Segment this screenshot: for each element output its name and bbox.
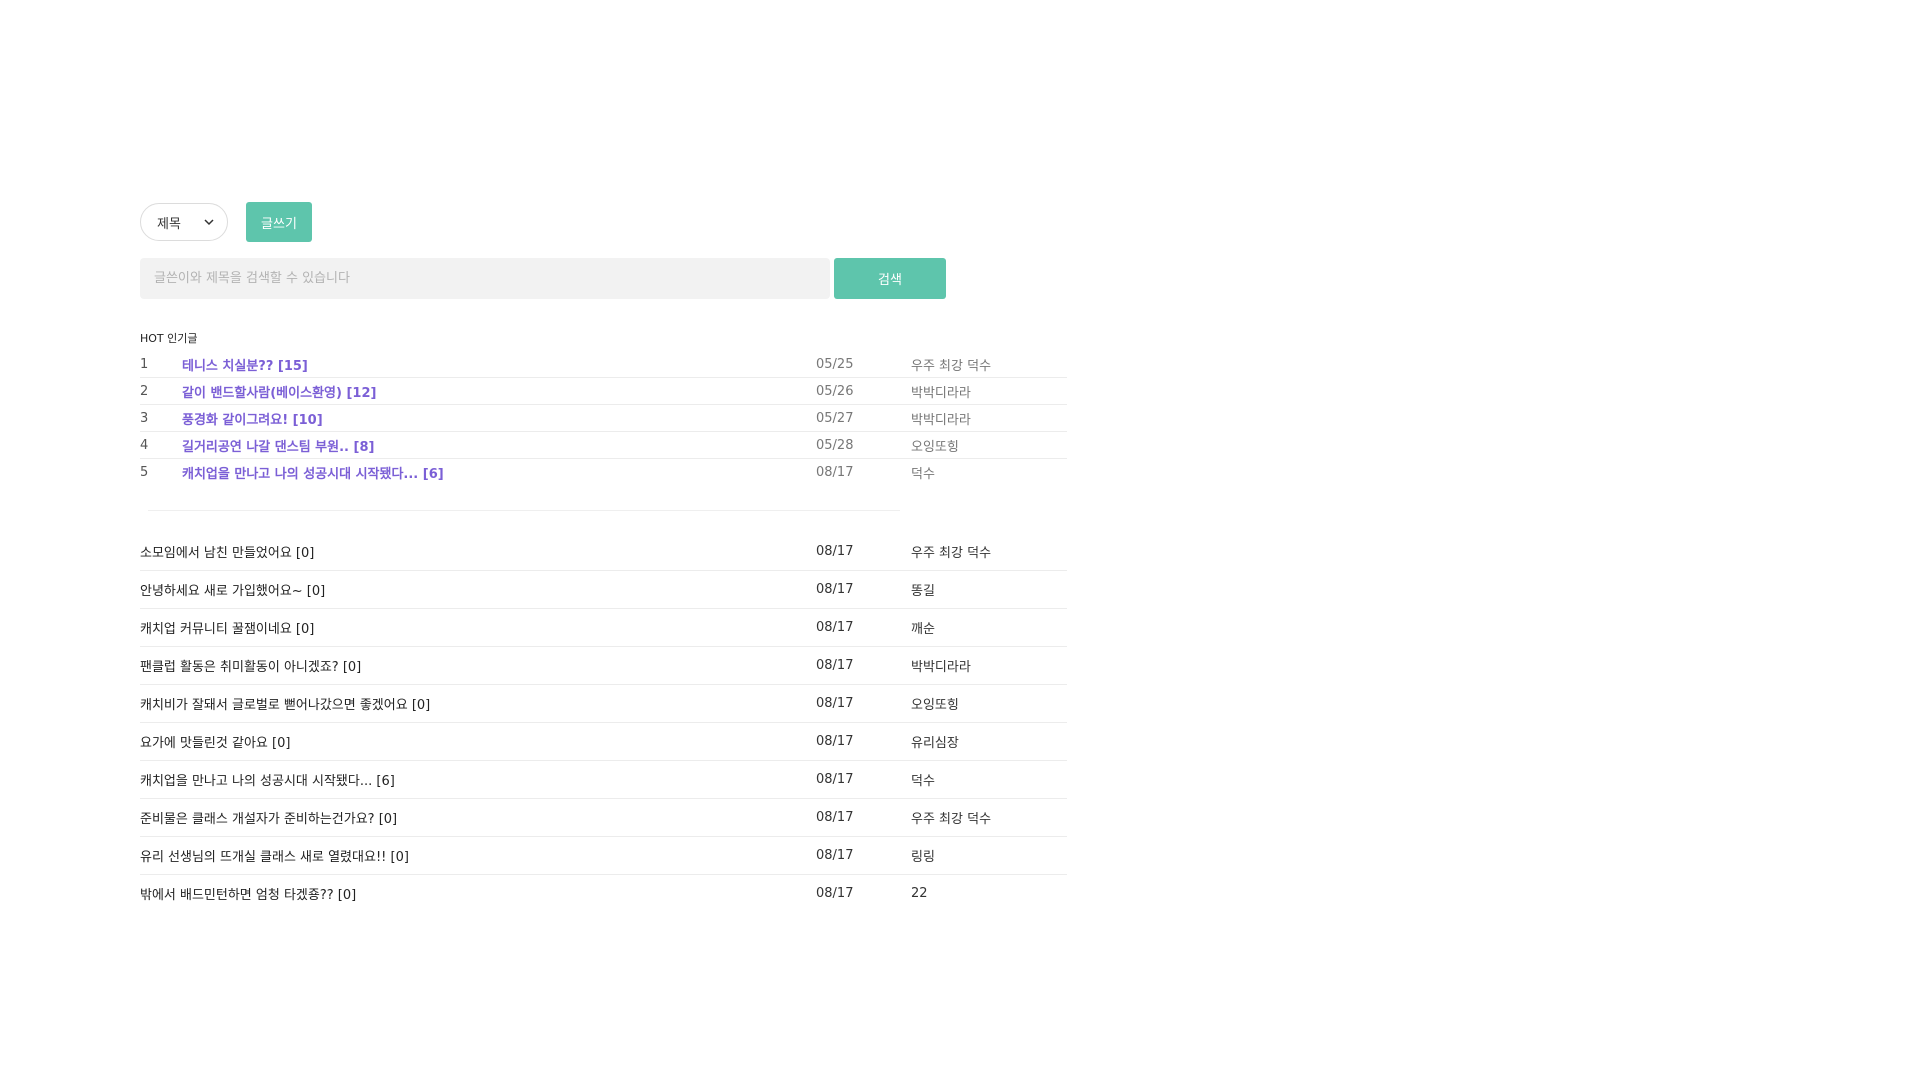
hot-post-author: 덕수 bbox=[911, 466, 935, 482]
hot-post-title[interactable]: 길거리공연 나갈 댄스팀 부원.. [8] bbox=[182, 436, 816, 455]
post-author: 우주 최강 덕수 bbox=[911, 812, 992, 827]
post-date: 08/17 bbox=[816, 810, 854, 825]
post-title[interactable]: 팬클럽 활동은 취미활동이 아니겠죠? [0] bbox=[140, 656, 816, 675]
post-row[interactable]: 캐치비가 잘돼서 글로벌로 뻗어나갔으면 좋겠어요 [0] 08/17 오잉또힝 bbox=[140, 685, 1067, 723]
post-row[interactable]: 밖에서 배드민턴하면 엄청 타겠죵?? [0] 08/17 22 bbox=[140, 875, 1067, 912]
post-date: 08/17 bbox=[816, 848, 854, 863]
hot-post-title[interactable]: 풍경화 같이그려요! [10] bbox=[182, 409, 816, 428]
search-filter-select[interactable]: 제목 bbox=[140, 203, 228, 241]
hot-post-author: 우주 최강 덕수 bbox=[911, 358, 992, 374]
search-bar: 검색 bbox=[140, 258, 1067, 299]
hot-post-row[interactable]: 4 길거리공연 나갈 댄스팀 부원.. [8] 05/28 오잉또힝 bbox=[140, 432, 1067, 459]
hot-post-date: 05/27 bbox=[816, 410, 854, 426]
post-author: 똥길 bbox=[911, 584, 935, 599]
hot-post-author: 오잉또힝 bbox=[911, 439, 959, 455]
post-date: 08/17 bbox=[816, 886, 854, 901]
hot-post-rank: 2 bbox=[140, 383, 149, 399]
post-author: 유리심장 bbox=[911, 736, 959, 751]
post-date: 08/17 bbox=[816, 582, 854, 597]
post-author: 링링 bbox=[911, 850, 935, 865]
post-title[interactable]: 소모임에서 남친 만들었어요 [0] bbox=[140, 542, 816, 561]
post-row[interactable]: 유리 선생님의 뜨개실 클래스 새로 열렸대요!! [0] 08/17 링링 bbox=[140, 837, 1067, 875]
post-date: 08/17 bbox=[816, 658, 854, 673]
hot-post-row[interactable]: 1 테니스 치실분?? [15] 05/25 우주 최강 덕수 bbox=[140, 351, 1067, 378]
hot-post-date: 08/17 bbox=[816, 464, 854, 480]
post-author: 깨순 bbox=[911, 622, 935, 637]
post-date: 08/17 bbox=[816, 696, 854, 711]
post-author: 덕수 bbox=[911, 774, 935, 789]
hot-post-rank: 4 bbox=[140, 437, 149, 453]
post-author: 오잉또힝 bbox=[911, 698, 959, 713]
post-title[interactable]: 안녕하세요 새로 가입했어요~ [0] bbox=[140, 580, 816, 599]
post-row[interactable]: 팬클럽 활동은 취미활동이 아니겠죠? [0] 08/17 박박디라라 bbox=[140, 647, 1067, 685]
post-date: 08/17 bbox=[816, 620, 854, 635]
community-board: 제목 글쓰기 검색 HOT 인기글 1 테니스 치실분?? [15] 05/25… bbox=[140, 202, 1067, 912]
write-post-button[interactable]: 글쓰기 bbox=[246, 202, 312, 242]
hot-post-date: 05/25 bbox=[816, 356, 854, 372]
hot-post-date: 05/28 bbox=[816, 437, 854, 453]
hot-post-rank: 3 bbox=[140, 410, 149, 426]
hot-post-title[interactable]: 같이 밴드할사람(베이스환영) [12] bbox=[182, 382, 816, 401]
post-row[interactable]: 소모임에서 남친 만들었어요 [0] 08/17 우주 최강 덕수 bbox=[140, 533, 1067, 571]
hot-post-author: 박박디라라 bbox=[911, 412, 971, 428]
post-row[interactable]: 준비물은 클래스 개설자가 준비하는건가요? [0] 08/17 우주 최강 덕… bbox=[140, 799, 1067, 837]
post-title[interactable]: 밖에서 배드민턴하면 엄청 타겠죵?? [0] bbox=[140, 884, 816, 903]
post-title[interactable]: 유리 선생님의 뜨개실 클래스 새로 열렸대요!! [0] bbox=[140, 846, 816, 865]
post-row[interactable]: 캐치업을 만나고 나의 성공시대 시작됐다... [6] 08/17 덕수 bbox=[140, 761, 1067, 799]
hot-post-date: 05/26 bbox=[816, 383, 854, 399]
post-title[interactable]: 캐치업 커뮤니티 꿀잼이네요 [0] bbox=[140, 618, 816, 637]
hot-post-row[interactable]: 2 같이 밴드할사람(베이스환영) [12] 05/26 박박디라라 bbox=[140, 378, 1067, 405]
hot-post-row[interactable]: 3 풍경화 같이그려요! [10] 05/27 박박디라라 bbox=[140, 405, 1067, 432]
hot-posts-heading: HOT 인기글 bbox=[140, 332, 198, 345]
post-title[interactable]: 캐치업을 만나고 나의 성공시대 시작됐다... [6] bbox=[140, 770, 816, 789]
post-date: 08/17 bbox=[816, 772, 854, 787]
post-author: 박박디라라 bbox=[911, 660, 971, 675]
section-divider bbox=[148, 510, 900, 511]
post-row[interactable]: 캐치업 커뮤니티 꿀잼이네요 [0] 08/17 깨순 bbox=[140, 609, 1067, 647]
hot-post-rank: 1 bbox=[140, 356, 149, 372]
post-date: 08/17 bbox=[816, 734, 854, 749]
post-title[interactable]: 준비물은 클래스 개설자가 준비하는건가요? [0] bbox=[140, 808, 816, 827]
post-row[interactable]: 안녕하세요 새로 가입했어요~ [0] 08/17 똥길 bbox=[140, 571, 1067, 609]
post-title[interactable]: 캐치비가 잘돼서 글로벌로 뻗어나갔으면 좋겠어요 [0] bbox=[140, 694, 816, 713]
hot-post-rank: 5 bbox=[140, 464, 149, 480]
hot-posts-list: 1 테니스 치실분?? [15] 05/25 우주 최강 덕수 2 같이 밴드할… bbox=[140, 351, 1067, 485]
search-button[interactable]: 검색 bbox=[834, 258, 946, 299]
post-date: 08/17 bbox=[816, 544, 854, 559]
post-list: 소모임에서 남친 만들었어요 [0] 08/17 우주 최강 덕수 안녕하세요 … bbox=[140, 533, 1067, 912]
hot-post-row[interactable]: 5 캐치업을 만나고 나의 성공시대 시작됐다... [6] 08/17 덕수 bbox=[140, 459, 1067, 485]
hot-post-title[interactable]: 테니스 치실분?? [15] bbox=[182, 355, 816, 374]
search-filter-value: 제목 bbox=[157, 216, 181, 232]
post-author: 우주 최강 덕수 bbox=[911, 546, 992, 561]
search-input[interactable] bbox=[140, 258, 830, 299]
hot-post-title[interactable]: 캐치업을 만나고 나의 성공시대 시작됐다... [6] bbox=[182, 463, 816, 482]
hot-post-author: 박박디라라 bbox=[911, 385, 971, 401]
post-row[interactable]: 요가에 맛들린것 같아요 [0] 08/17 유리심장 bbox=[140, 723, 1067, 761]
chevron-down-icon bbox=[204, 219, 214, 226]
board-toolbar: 제목 글쓰기 bbox=[140, 202, 1067, 242]
post-author: 22 bbox=[911, 886, 928, 901]
post-title[interactable]: 요가에 맛들린것 같아요 [0] bbox=[140, 732, 816, 751]
